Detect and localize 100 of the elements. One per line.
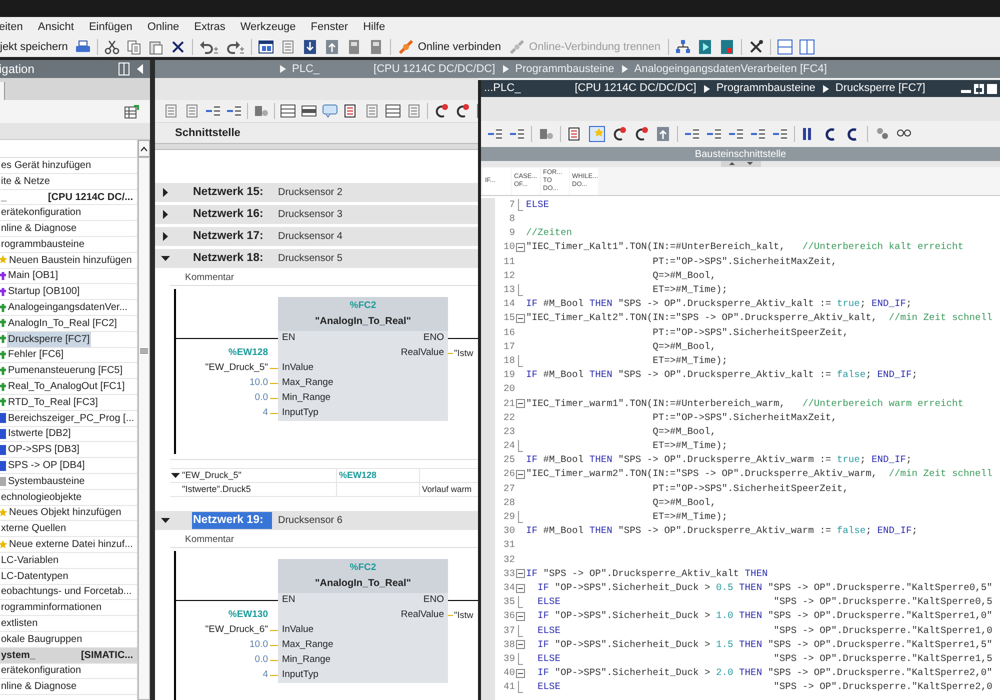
play-icon[interactable] xyxy=(696,39,713,55)
tree-item[interactable]: OP->SPS [DB3] xyxy=(7,442,80,458)
tree-item[interactable]: SPS -> OP [DB4] xyxy=(7,458,86,474)
tree-item[interactable]: extlisten xyxy=(0,616,39,632)
scissors-icon[interactable] xyxy=(104,39,120,55)
scroll-up-button[interactable] xyxy=(138,140,150,157)
network-header[interactable]: Netzwerk 19: Drucksensor 6 xyxy=(155,511,478,530)
dock-icon[interactable] xyxy=(116,61,132,77)
document-icon[interactable] xyxy=(184,103,200,119)
collapse-box-icon[interactable] xyxy=(516,668,524,678)
redo-icon[interactable] xyxy=(224,39,245,55)
collapse-box-icon[interactable] xyxy=(516,399,524,408)
tree-item[interactable]: rogramminformationen xyxy=(0,600,103,616)
expand-arrow-icon[interactable] xyxy=(161,188,170,197)
stop-icon[interactable] xyxy=(718,39,735,55)
upload-icon[interactable] xyxy=(655,126,671,142)
panel-tab[interactable] xyxy=(0,82,5,100)
table-icon[interactable] xyxy=(385,103,401,119)
table-icon[interactable] xyxy=(124,104,140,120)
collapse-box-icon[interactable] xyxy=(516,470,524,480)
collapse-box-icon[interactable] xyxy=(516,569,524,578)
tree-item[interactable]: Startup [OB100] xyxy=(7,284,81,300)
tree-item[interactable]: ite & Netze xyxy=(0,174,51,189)
clipboard-icon[interactable] xyxy=(148,39,164,55)
tree-item[interactable]: Systembausteine xyxy=(7,474,86,489)
network-header[interactable]: Netzwerk 16: Drucksensor 3 xyxy=(155,205,478,224)
comment-field[interactable]: Kommentar xyxy=(170,533,478,548)
tree-item[interactable]: _ xyxy=(0,190,8,204)
splitter-handle-icon[interactable] xyxy=(720,161,760,167)
tools-icon[interactable] xyxy=(748,39,764,55)
scrollbar-thumb[interactable] xyxy=(138,157,150,700)
people-icon[interactable] xyxy=(874,126,890,142)
tree-item[interactable]: AnalogIn_To_Real [FC2] xyxy=(7,316,118,331)
tree-item[interactable]: nline & Diagnose xyxy=(0,679,78,694)
tree-item[interactable]: Bereichszeiger_PC_Prog [... xyxy=(7,410,136,426)
collapse-box-icon[interactable] xyxy=(516,314,524,324)
menu-item[interactable]: Werkzeuge xyxy=(240,18,296,36)
document-icon[interactable] xyxy=(406,103,422,119)
table-icon[interactable] xyxy=(280,103,296,119)
menu-item[interactable]: Einfügen xyxy=(88,18,132,36)
tree-item[interactable]: Istwerte [DB2] xyxy=(7,426,72,442)
plug-icon[interactable] xyxy=(398,39,414,55)
upload-icon[interactable] xyxy=(324,39,340,55)
tree-item[interactable]: erätekonfiguration xyxy=(0,663,82,678)
download-icon[interactable] xyxy=(302,39,318,55)
tree-item[interactable]: Fehler [FC6] xyxy=(7,347,65,362)
menu-item[interactable]: Online xyxy=(147,18,180,36)
collapse-arrow-icon[interactable] xyxy=(161,516,170,525)
tree-item[interactable]: okale Baugruppen xyxy=(0,632,84,647)
tree-item[interactable]: LC-Variablen xyxy=(0,552,60,568)
tree-item[interactable]: RTD_To_Real [FC3] xyxy=(7,394,99,410)
tree-item[interactable]: eobachtungs- und Forcetab... xyxy=(0,584,133,600)
tree-item[interactable]: ystem_ xyxy=(0,648,36,663)
circular-arrow-icon[interactable] xyxy=(433,103,449,119)
copy-icon[interactable] xyxy=(126,39,142,55)
collapse-box-icon[interactable] xyxy=(516,243,524,252)
bar-icon[interactable] xyxy=(301,103,317,119)
tree-item[interactable]: erätekonfiguration xyxy=(0,205,82,220)
printer-icon[interactable] xyxy=(74,39,91,55)
tree-item[interactable]: Drucksperre [FC7] xyxy=(7,332,91,347)
split-horizontal-icon[interactable] xyxy=(776,39,793,55)
document-icon[interactable] xyxy=(364,103,380,119)
maximize-icon[interactable] xyxy=(987,84,997,94)
document-icon[interactable] xyxy=(163,103,179,119)
expand-arrow-icon[interactable] xyxy=(161,210,170,219)
tree-item[interactable]: echnologieobjekte xyxy=(0,490,83,505)
collapse-box-icon[interactable] xyxy=(516,640,524,650)
menu-item[interactable]: Hilfe xyxy=(363,18,386,36)
menu-item[interactable]: Fenster xyxy=(310,18,348,36)
collapse-arrow-icon[interactable] xyxy=(171,471,180,480)
collapse-arrow-icon[interactable] xyxy=(161,254,170,263)
network-header[interactable]: Netzwerk 15: Drucksensor 2 xyxy=(155,183,478,202)
document-icon[interactable] xyxy=(280,39,296,55)
window-icon[interactable] xyxy=(258,39,274,55)
tree-item[interactable]: Neues Objekt hinzufügen xyxy=(8,505,122,520)
breadcrumb-link[interactable]: Programmbausteine xyxy=(716,80,816,97)
tree-item[interactable]: Real_To_AnalogOut [FC1] xyxy=(7,379,126,394)
section-title[interactable]: Schnittstelle xyxy=(175,124,240,142)
comment-field[interactable]: Kommentar xyxy=(170,271,478,286)
menu-item[interactable]: Ansicht xyxy=(38,18,74,36)
restore-icon[interactable] xyxy=(974,84,984,94)
menu-item[interactable]: Extras xyxy=(194,18,226,36)
collapse-box-icon[interactable] xyxy=(516,584,524,593)
tree-item[interactable]: xterne Quellen xyxy=(0,521,68,536)
tree-item[interactable]: rogrammbausteine xyxy=(0,236,86,252)
breadcrumb-link[interactable]: [CPU 1214C DC/DC/DC] xyxy=(574,80,696,97)
tree-item[interactable]: es Gerät hinzufügen xyxy=(0,158,92,173)
tree-item[interactable]: Pumenansteuerung [FC5] xyxy=(7,363,124,378)
split-vertical-icon[interactable] xyxy=(798,39,815,55)
tree-item[interactable]: nline & Diagnose xyxy=(0,221,78,236)
circular-arrow-icon[interactable] xyxy=(611,126,627,142)
breadcrumb-link[interactable]: ...PLC_ xyxy=(484,80,521,97)
undo-icon[interactable] xyxy=(198,39,219,55)
network-header[interactable]: Netzwerk 18: Drucksensor 5 xyxy=(155,249,478,268)
expand-arrow-icon[interactable] xyxy=(161,232,170,241)
collapse-box-icon[interactable] xyxy=(516,612,524,622)
tree-item[interactable]: Neuen Baustein hinzufügen xyxy=(8,252,133,268)
speech-bubble-icon[interactable] xyxy=(322,103,338,119)
tree-item[interactable]: LC-Datentypen xyxy=(0,568,70,584)
tree-item[interactable]: Main [OB1] xyxy=(7,268,60,284)
